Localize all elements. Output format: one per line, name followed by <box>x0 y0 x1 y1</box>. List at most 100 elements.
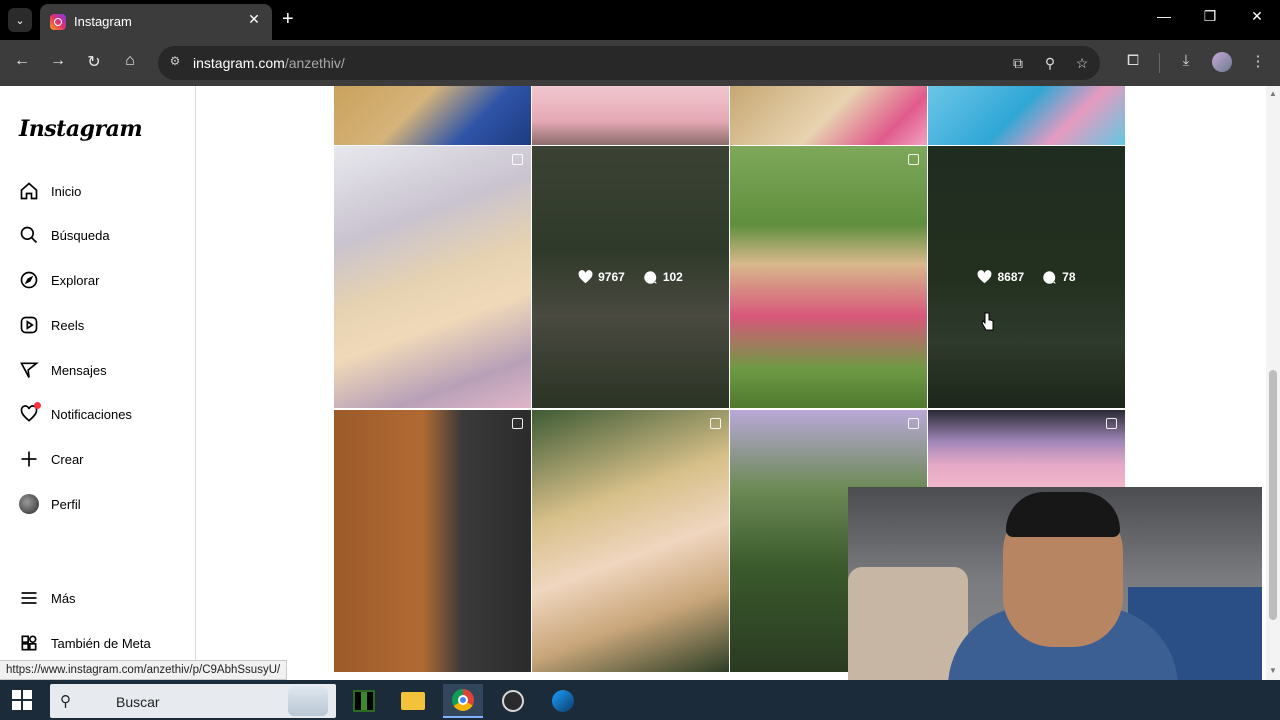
post-thumbnail[interactable] <box>532 410 729 672</box>
reload-icon[interactable]: ↻ <box>82 52 106 72</box>
chrome-profile-avatar[interactable] <box>1212 52 1232 72</box>
download-icon[interactable]: ⤓ <box>1175 52 1197 69</box>
page-scrollbar[interactable]: ▲ ▼ <box>1266 86 1280 680</box>
heart-filled-icon <box>978 270 992 284</box>
url-text[interactable]: instagram.com/anzethiv/ <box>193 55 345 71</box>
browser-tab-strip: ⌄ Instagram ✕ + — ❐ ✕ <box>0 0 1280 40</box>
sidebar-item-label: Notificaciones <box>51 406 132 422</box>
comments-count: 102 <box>643 270 683 285</box>
likes-value: 8687 <box>997 270 1025 284</box>
forward-icon[interactable]: → <box>46 52 70 70</box>
post-thumbnail[interactable] <box>334 410 531 672</box>
sidebar-item-busqueda[interactable]: Búsqueda <box>18 220 188 250</box>
send-icon <box>18 359 40 381</box>
post-thumbnail[interactable] <box>334 146 531 408</box>
compass-icon <box>18 269 40 291</box>
sidebar: Instagram Inicio Búsqueda Explorar Reels <box>0 86 196 680</box>
post-thumbnail[interactable] <box>928 86 1125 145</box>
comment-filled-icon <box>1043 270 1056 284</box>
sidebar-item-mensajes[interactable]: Mensajes <box>18 355 188 385</box>
sidebar-item-label: También de Meta <box>51 635 151 651</box>
sidebar-item-label: Búsqueda <box>51 227 110 243</box>
likes-count: 8687 <box>977 270 1024 284</box>
sidebar-item-label: Más <box>51 590 76 606</box>
scrollbar-thumb[interactable] <box>1269 370 1277 620</box>
sidebar-item-mas[interactable]: Más <box>18 583 188 613</box>
carousel-icon <box>908 154 919 165</box>
tab-close-icon[interactable]: ✕ <box>244 11 264 28</box>
sidebar-item-explorar[interactable]: Explorar <box>18 265 188 295</box>
sidebar-item-label: Perfil <box>51 496 81 512</box>
search-icon <box>18 224 40 246</box>
tab-title: Instagram <box>74 14 132 29</box>
carousel-icon <box>1106 418 1117 429</box>
obs-icon[interactable] <box>493 684 533 718</box>
url-path: /anzethiv/ <box>284 55 345 71</box>
carousel-icon <box>512 418 523 429</box>
address-bar[interactable]: ⚙ instagram.com/anzethiv/ ⧉ ⚲ ☆ <box>158 46 1100 80</box>
steam-icon[interactable] <box>543 684 583 718</box>
new-tab-button[interactable]: + <box>282 7 294 31</box>
url-host: instagram.com <box>193 55 285 71</box>
instagram-logo[interactable]: Instagram <box>19 116 143 142</box>
minimize-icon[interactable]: — <box>1152 8 1176 24</box>
meta-grid-icon <box>18 632 40 654</box>
sidebar-item-label: Crear <box>51 451 84 467</box>
hand-cursor-icon <box>981 312 994 331</box>
toolbar-divider <box>1159 53 1160 73</box>
sidebar-item-reels[interactable]: Reels <box>18 310 188 340</box>
sidebar-item-label: Mensajes <box>51 362 107 378</box>
carousel-icon <box>908 418 919 429</box>
taskbar-search-box[interactable]: ⚲ Buscar <box>50 684 336 718</box>
scroll-down-icon[interactable]: ▼ <box>1269 666 1277 675</box>
post-thumbnail[interactable] <box>334 86 531 145</box>
notification-dot <box>34 402 41 409</box>
post-thumbnail[interactable] <box>730 86 927 145</box>
likes-value: 9767 <box>598 270 625 284</box>
reels-icon <box>18 314 40 336</box>
post-thumbnail[interactable] <box>532 86 729 145</box>
scroll-up-icon[interactable]: ▲ <box>1269 89 1277 98</box>
post-thumbnail-hovered[interactable]: 9767 102 <box>532 146 729 408</box>
extensions-icon[interactable]: ⧠ <box>1122 52 1144 69</box>
plus-icon <box>18 448 40 470</box>
windows-start-icon[interactable] <box>12 690 32 710</box>
post-thumbnail[interactable] <box>730 146 927 408</box>
post-stats-overlay: 9767 102 <box>532 146 729 408</box>
back-icon[interactable]: ← <box>10 52 34 70</box>
install-app-icon[interactable]: ⧉ <box>1009 55 1027 72</box>
sidebar-item-label: Reels <box>51 317 85 333</box>
close-window-icon[interactable]: ✕ <box>1245 8 1269 25</box>
tab-search-button[interactable]: ⌄ <box>8 8 32 32</box>
comment-filled-icon <box>644 270 657 284</box>
chrome-icon[interactable] <box>443 684 483 718</box>
site-info-icon[interactable]: ⚙ <box>166 54 184 72</box>
browser-tab-instagram[interactable]: Instagram ✕ <box>40 4 272 40</box>
sidebar-item-inicio[interactable]: Inicio <box>18 176 188 206</box>
home-icon <box>18 180 40 202</box>
browser-toolbar: ← → ↻ ⌂ ⚙ instagram.com/anzethiv/ ⧉ ⚲ ☆ … <box>0 40 1280 86</box>
avatar <box>18 493 40 515</box>
taskbar-search-placeholder: Buscar <box>116 694 160 710</box>
file-explorer-icon[interactable] <box>393 684 433 718</box>
status-bar-url: https://www.instagram.com/anzethiv/p/C9A… <box>0 660 288 680</box>
sidebar-item-crear[interactable]: Crear <box>18 444 188 474</box>
sidebar-item-perfil[interactable]: Perfil <box>18 489 188 519</box>
restore-icon[interactable]: ❐ <box>1198 8 1222 25</box>
sidebar-item-meta[interactable]: También de Meta <box>18 628 188 658</box>
carousel-icon <box>512 154 523 165</box>
search-icon: ⚲ <box>60 693 71 710</box>
comments-count: 78 <box>1042 270 1076 285</box>
zoom-icon[interactable]: ⚲ <box>1041 55 1059 72</box>
comments-value: 78 <box>1062 270 1076 284</box>
likes-count: 9767 <box>578 270 625 284</box>
instagram-favicon-icon <box>50 14 66 30</box>
post-thumbnail-hovered[interactable]: 8687 78 <box>928 146 1125 408</box>
bookmark-star-icon[interactable]: ☆ <box>1073 55 1091 72</box>
sidebar-item-notificaciones[interactable]: Notificaciones <box>18 399 188 429</box>
minecraft-icon[interactable] <box>344 684 384 718</box>
home-button-icon[interactable]: ⌂ <box>118 52 142 70</box>
heart-filled-icon <box>578 270 593 284</box>
post-thumbnail[interactable] <box>928 410 1125 488</box>
more-menu-icon[interactable]: ⋮ <box>1247 52 1269 70</box>
